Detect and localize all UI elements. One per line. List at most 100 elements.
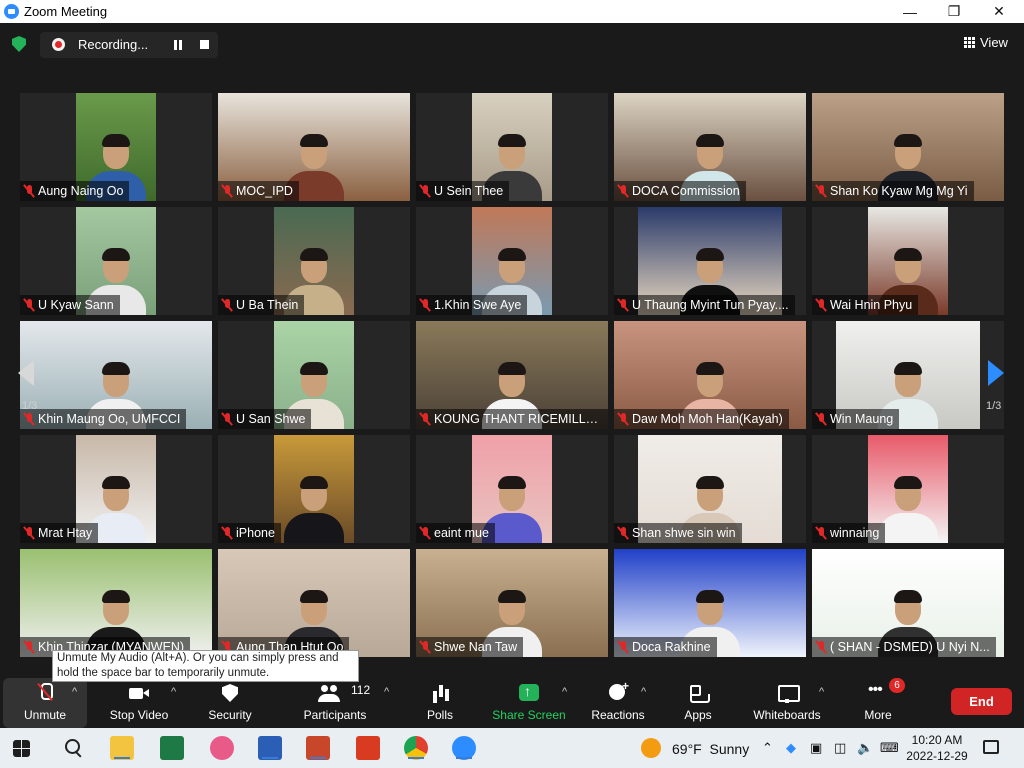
whiteboards-options-caret[interactable]: ^: [819, 686, 824, 698]
zoom-icon[interactable]: [452, 736, 476, 760]
participants-count: 112: [351, 683, 371, 697]
participant-tile[interactable]: Aung Naing Oo: [20, 93, 212, 201]
muted-microphone-icon: [420, 412, 430, 426]
muted-microphone-icon: [816, 298, 826, 312]
apps-label: Apps: [684, 708, 712, 722]
stop-video-button[interactable]: Stop Video: [103, 678, 175, 728]
participant-name-tag: U Ba Thein: [218, 295, 305, 315]
volume-icon[interactable]: 🔈: [857, 740, 873, 756]
powerpoint-icon[interactable]: [306, 736, 330, 760]
end-meeting-button[interactable]: End: [951, 688, 1012, 715]
start-icon[interactable]: [13, 740, 30, 757]
participant-tile[interactable]: Mrat Htay: [20, 435, 212, 543]
participant-name-tag: 1.Khin Swe Aye: [416, 295, 528, 315]
pause-recording-button[interactable]: [173, 40, 183, 50]
participant-tile[interactable]: KOUNG THANT RICEMILLU...: [416, 321, 608, 429]
participant-tile[interactable]: Khin Thinzar (MYANWEN): [20, 549, 212, 657]
snipping-icon[interactable]: [210, 736, 234, 760]
more-notification-badge: 6: [889, 678, 905, 693]
participant-tile[interactable]: Shan shwe sin win: [614, 435, 806, 543]
language-icon[interactable]: ⌨: [880, 740, 899, 756]
participant-name: winnaing: [830, 526, 880, 540]
participant-tile[interactable]: ( SHAN - DSMED) U Nyi N...: [812, 549, 1004, 657]
participant-tile[interactable]: U Ba Thein: [218, 207, 410, 315]
muted-microphone-icon: [222, 412, 232, 426]
participant-tile[interactable]: Shan Ko Kyaw Mg Mg Yi: [812, 93, 1004, 201]
muted-microphone-icon: [816, 526, 826, 540]
maximize-button[interactable]: ❐: [931, 0, 977, 23]
participant-name: Khin Maung Oo, UMFCCI: [38, 412, 181, 426]
muted-microphone-icon: [222, 184, 232, 198]
participant-tile[interactable]: U Sein Thee: [416, 93, 608, 201]
word-icon[interactable]: [258, 736, 282, 760]
weather-readout[interactable]: 69°F Sunny: [672, 741, 749, 757]
minimize-button[interactable]: —: [887, 0, 933, 23]
participant-tile[interactable]: winnaing: [812, 435, 1004, 543]
muted-microphone-icon: [816, 184, 826, 198]
weather-condition: Sunny: [709, 741, 750, 757]
participant-name: U San Shwe: [236, 412, 306, 426]
participant-name: U Ba Thein: [236, 298, 299, 312]
polls-button[interactable]: Polls: [418, 678, 462, 728]
sun-weather-icon[interactable]: [641, 738, 661, 758]
participant-tile[interactable]: iPhone: [218, 435, 410, 543]
participant-name: Shan shwe sin win: [632, 526, 736, 540]
participant-tile[interactable]: Aung Than Htut Oo: [218, 549, 410, 657]
show-hidden-icons-chevron-icon[interactable]: ⌃: [762, 740, 773, 756]
reactions-button[interactable]: Reactions: [588, 678, 648, 728]
participant-name: iPhone: [236, 526, 275, 540]
stop-recording-button[interactable]: [200, 40, 209, 49]
participant-tile[interactable]: Win Maung: [812, 321, 1004, 429]
meeting-topbar: Recording... View: [0, 23, 1024, 63]
participants-options-caret[interactable]: ^: [384, 686, 389, 698]
network-icon[interactable]: ◫: [834, 740, 846, 756]
office-icon[interactable]: [356, 736, 380, 760]
participant-name-tag: Shwe Nan Taw: [416, 637, 524, 657]
participant-tile[interactable]: Daw Moh Moh Han(Kayah): [614, 321, 806, 429]
stop-video-label: Stop Video: [109, 708, 169, 722]
participant-tile[interactable]: Shwe Nan Taw: [416, 549, 608, 657]
audio-options-caret[interactable]: ^: [72, 686, 77, 698]
share-screen-button[interactable]: Share Screen: [490, 678, 568, 728]
participant-tile[interactable]: Khin Maung Oo, UMFCCI: [20, 321, 212, 429]
muted-microphone-icon: [34, 683, 56, 703]
excel-icon[interactable]: [160, 736, 184, 760]
participant-tile[interactable]: U Kyaw Sann: [20, 207, 212, 315]
participant-name: U Thaung Myint Tun Pyay....: [632, 298, 789, 312]
notifications-icon[interactable]: [983, 740, 999, 754]
previous-page-button[interactable]: 1/3: [0, 330, 40, 420]
chrome-icon[interactable]: [404, 736, 428, 760]
participant-name: Doca Rakhine: [632, 640, 711, 654]
arrow-left-icon: [18, 360, 34, 386]
search-icon[interactable]: [62, 736, 86, 760]
apps-button[interactable]: Apps: [678, 678, 718, 728]
participant-tile[interactable]: U Thaung Myint Tun Pyay....: [614, 207, 806, 315]
participant-tile[interactable]: MOC_IPD: [218, 93, 410, 201]
close-button[interactable]: ✕: [976, 0, 1022, 23]
view-button[interactable]: View: [964, 35, 1008, 50]
muted-microphone-icon: [24, 640, 34, 654]
grid-icon: [964, 37, 975, 48]
reactions-options-caret[interactable]: ^: [641, 686, 646, 698]
muted-microphone-icon: [618, 640, 628, 654]
participant-tile[interactable]: Wai Hnin Phyu: [812, 207, 1004, 315]
bluetooth-icon[interactable]: ◆: [786, 740, 796, 756]
video-options-caret[interactable]: ^: [171, 686, 176, 698]
participant-tile[interactable]: U San Shwe: [218, 321, 410, 429]
next-page-button[interactable]: 1/3: [980, 330, 1020, 420]
participant-video: [274, 435, 354, 543]
participant-tile[interactable]: Doca Rakhine: [614, 549, 806, 657]
window-titlebar: Zoom Meeting — ❐ ✕: [0, 0, 1024, 23]
participant-tile[interactable]: DOCA Commission: [614, 93, 806, 201]
system-clock[interactable]: 10:20 AM 2022-12-29: [904, 732, 970, 764]
participant-tile[interactable]: eaint mue: [416, 435, 608, 543]
participant-tile[interactable]: 1.Khin Swe Aye: [416, 207, 608, 315]
unmute-tooltip: Unmute My Audio (Alt+A). Or you can simp…: [52, 650, 359, 682]
encryption-shield-icon[interactable]: [12, 36, 26, 52]
video-gallery: Aung Naing Oo MOC_IPD U Sein Thee DOCA Comm…: [20, 93, 1004, 657]
share-options-caret[interactable]: ^: [562, 686, 567, 698]
whiteboards-button[interactable]: Whiteboards: [750, 678, 824, 728]
security-button[interactable]: Security: [202, 678, 258, 728]
meet-now-icon[interactable]: ▣: [810, 740, 822, 756]
file-explorer-icon[interactable]: [110, 736, 134, 760]
